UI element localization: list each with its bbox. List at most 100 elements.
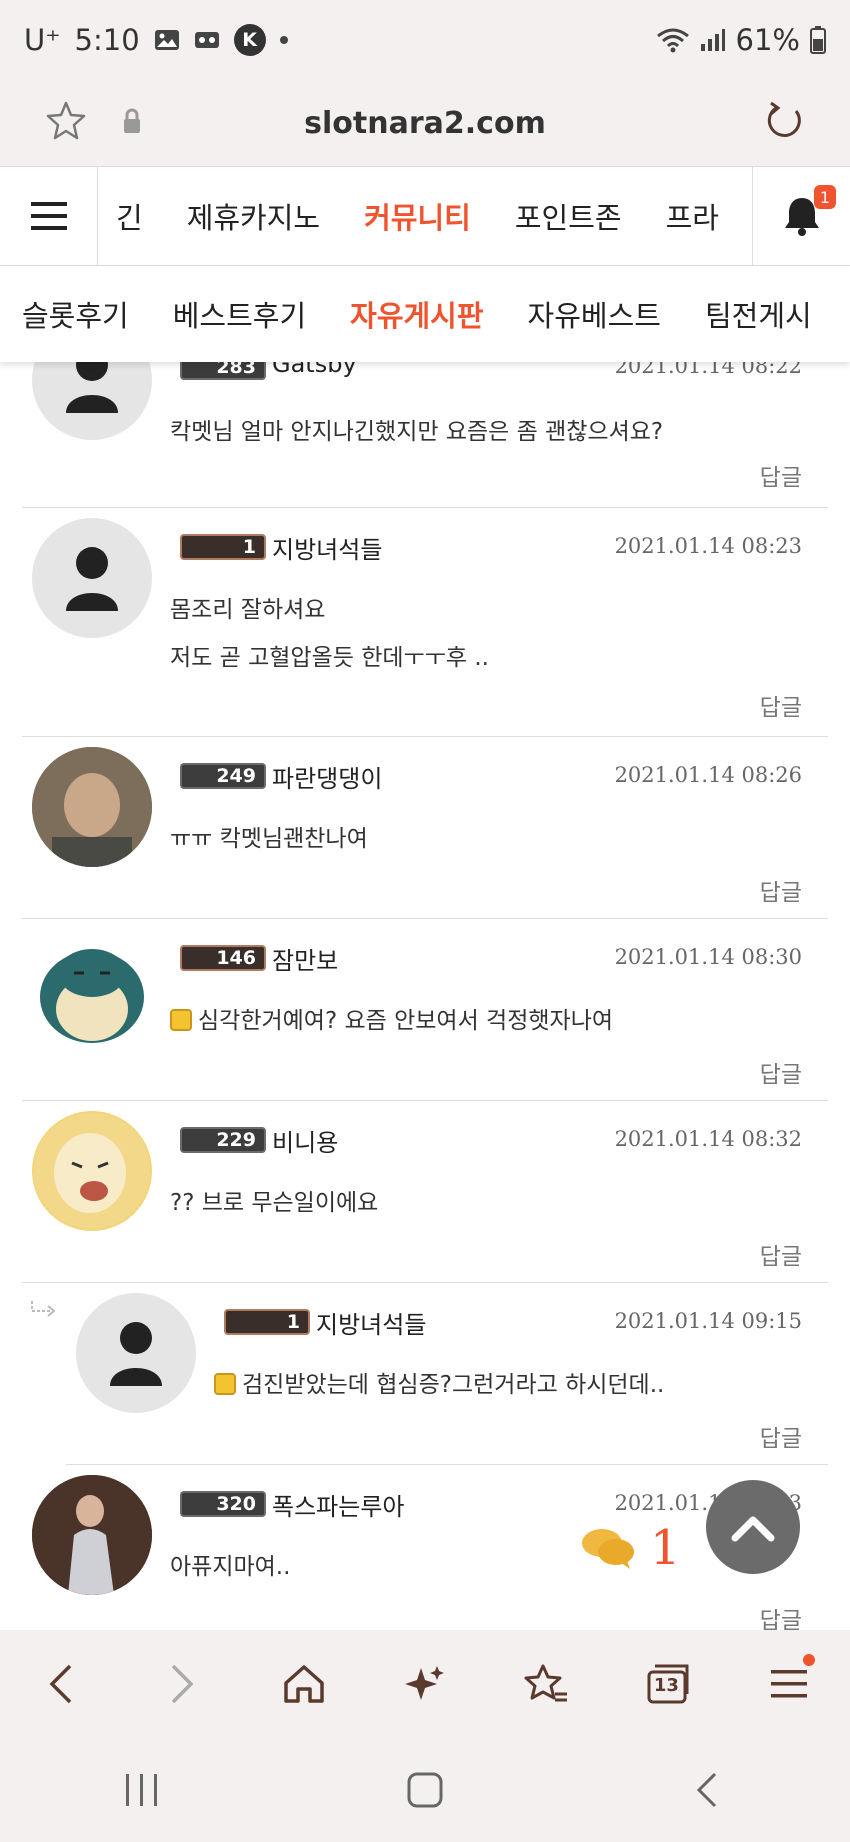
sub-item-slot-review[interactable]: 슬롯후기 <box>0 293 151 335</box>
nav-item-free[interactable]: 프라 <box>644 195 741 237</box>
comment-date: 2021.01.14 08:26 <box>614 763 802 787</box>
bookmarks-button[interactable] <box>506 1644 586 1724</box>
nickname[interactable]: 비니용 <box>272 1123 338 1158</box>
sub-item-best-review[interactable]: 베스트후기 <box>151 293 328 335</box>
voicemail-icon <box>194 29 220 51</box>
image-icon <box>154 29 180 51</box>
lock-icon <box>122 108 142 138</box>
more-notifications-dot <box>279 36 288 44</box>
reply-button[interactable]: 답글 <box>760 1055 802 1089</box>
reply-button[interactable]: 답글 <box>760 1237 802 1271</box>
main-nav-items: 긴 제휴카지노 커뮤니티 포인트존 프라 <box>98 167 752 265</box>
chevron-right-icon <box>171 1664 194 1704</box>
sparkle-icon <box>404 1666 444 1700</box>
notification-badge: 1 <box>814 185 836 209</box>
nav-item-point-zone[interactable]: 포인트존 <box>493 195 644 237</box>
recent-apps-button[interactable] <box>102 1750 182 1830</box>
avatar[interactable] <box>32 1111 152 1231</box>
comment-date: 2021.01.14 09:15 <box>614 1309 802 1333</box>
comment-text: ?? 브로 무슨일이에요 <box>170 1190 379 1216</box>
nav-item-login[interactable]: 긴 <box>98 195 165 237</box>
wifi-icon <box>656 27 690 53</box>
back-system-button[interactable] <box>668 1750 748 1830</box>
sub-item-team-board[interactable]: 팀전게시 <box>683 293 834 335</box>
bookmark-star-icon[interactable] <box>44 99 88 147</box>
nickname[interactable]: 폭스파는루아 <box>272 1487 404 1522</box>
chevron-up-icon <box>731 1516 775 1542</box>
home-system-button[interactable] <box>385 1750 465 1830</box>
secret-lock-icon <box>214 1373 236 1395</box>
comment-text: 저도 곧 고혈압올듯 한데ㅜㅜ후 .. <box>170 645 489 671</box>
home-icon <box>283 1665 324 1703</box>
secret-lock-icon <box>170 1009 192 1031</box>
reply-button[interactable]: 답글 <box>760 458 802 492</box>
comment-text: 몸조리 잘하셔요 <box>170 597 326 623</box>
scroll-top-button[interactable] <box>706 1480 800 1574</box>
sub-item-free-board[interactable]: 자유게시판 <box>328 293 505 335</box>
reply-button[interactable]: 답글 <box>760 688 802 722</box>
comment-text: 검진받았는데 협심증?그런거라고 하시던데.. <box>214 1365 664 1399</box>
avatar[interactable] <box>32 929 152 1049</box>
system-nav <box>0 1738 850 1842</box>
comment-count: 1 <box>650 1520 681 1576</box>
comment-count-float[interactable]: 1 <box>580 1520 681 1576</box>
reply-button[interactable]: 답글 <box>760 873 802 907</box>
comment-item: 229 비니용 2021.01.14 08:32 ?? 브로 무슨일이에요 답글 <box>22 1101 828 1283</box>
forward-button[interactable] <box>142 1644 222 1724</box>
nickname[interactable]: 잠만보 <box>272 941 338 976</box>
home-button[interactable] <box>264 1644 344 1724</box>
k-app-icon: K <box>233 24 266 56</box>
comment-text: 칵멧님 얼마 안지나긴했지만 요즘은 좀 괜찮으셔요? <box>170 419 664 445</box>
level-badge: 249 <box>180 763 266 789</box>
recents-icon <box>125 1774 157 1806</box>
sub-nav: 슬롯후기 베스트후기 자유게시판 자유베스트 팀전게시 <box>0 266 850 362</box>
avatar[interactable] <box>32 1475 152 1595</box>
comment-item: 146 잠만보 2021.01.14 08:30 심각한거예여? 요즘 안보여서… <box>22 919 828 1101</box>
menu-icon <box>771 1670 808 1698</box>
browser-menu-button[interactable] <box>749 1644 829 1724</box>
avatar[interactable] <box>32 518 152 638</box>
level-badge: 1 <box>180 534 266 560</box>
clock: 5:10 <box>74 23 140 57</box>
comment-item: 1 지방녀석들 2021.01.14 08:23 몸조리 잘하셔요 저도 곧 고… <box>22 508 828 737</box>
comment-item: 249 파란댕댕이 2021.01.14 08:26 ㅠㅠ 칵멧님괜찬나여 답글 <box>22 737 828 919</box>
battery-icon <box>810 26 826 54</box>
main-nav: 긴 제휴카지노 커뮤니티 포인트존 프라 1 <box>0 166 850 266</box>
comment-date: 2021.01.14 08:32 <box>614 1127 802 1151</box>
comment-text: 아퓨지마여.. <box>170 1554 291 1580</box>
sparkle-button[interactable] <box>385 1644 465 1724</box>
bookmarks-icon <box>524 1664 568 1702</box>
comment-item: 283 Gatsby 2021.01.14 08:22 칵멧님 얼마 안지나긴했… <box>22 340 828 508</box>
nickname[interactable]: 파란댕댕이 <box>272 759 382 794</box>
reply-button[interactable]: 답글 <box>760 1419 802 1453</box>
level-badge: 1 <box>224 1309 310 1335</box>
reply-button[interactable]: 답글 <box>760 1601 802 1630</box>
signal-icon <box>700 28 726 52</box>
comment-text: ㅠㅠ 칵멧님괜찬나여 <box>170 826 368 852</box>
url-bar: slotnara2.com <box>0 80 850 166</box>
comment-list: 283 Gatsby 2021.01.14 08:22 칵멧님 얼마 안지나긴했… <box>22 340 828 1630</box>
tabs-button[interactable]: 13 <box>628 1644 708 1724</box>
menu-notification-dot <box>803 1654 816 1666</box>
nav-item-partner-casino[interactable]: 제휴카지노 <box>165 195 342 237</box>
level-badge: 320 <box>180 1491 266 1517</box>
comment-date: 2021.01.14 08:30 <box>614 945 802 969</box>
back-button[interactable] <box>21 1644 101 1724</box>
back-chevron-icon <box>697 1772 717 1808</box>
carrier-label: U⁺ <box>24 23 61 57</box>
reply-comment-item: 1 지방녀석들 2021.01.14 09:15 검진받았는데 협심증?그런거라… <box>31 1283 828 1465</box>
battery-percent: 61% <box>735 23 800 57</box>
nickname[interactable]: 지방녀석들 <box>272 530 382 565</box>
notification-button[interactable]: 1 <box>752 167 850 265</box>
comment-date: 2021.01.14 08:23 <box>614 534 802 558</box>
avatar[interactable] <box>76 1293 196 1413</box>
sub-item-free-best[interactable]: 자유베스트 <box>506 293 683 335</box>
avatar[interactable] <box>32 747 152 867</box>
home-square-icon <box>407 1772 443 1808</box>
comment-text: 심각한거예여? 요즘 안보여서 걱정햇자나여 <box>170 1001 613 1035</box>
reload-icon[interactable] <box>762 99 806 147</box>
menu-icon[interactable] <box>0 167 98 265</box>
nav-item-community[interactable]: 커뮤니티 <box>342 195 493 237</box>
nickname[interactable]: 지방녀석들 <box>316 1305 426 1340</box>
browser-toolbar: 13 <box>0 1630 850 1738</box>
